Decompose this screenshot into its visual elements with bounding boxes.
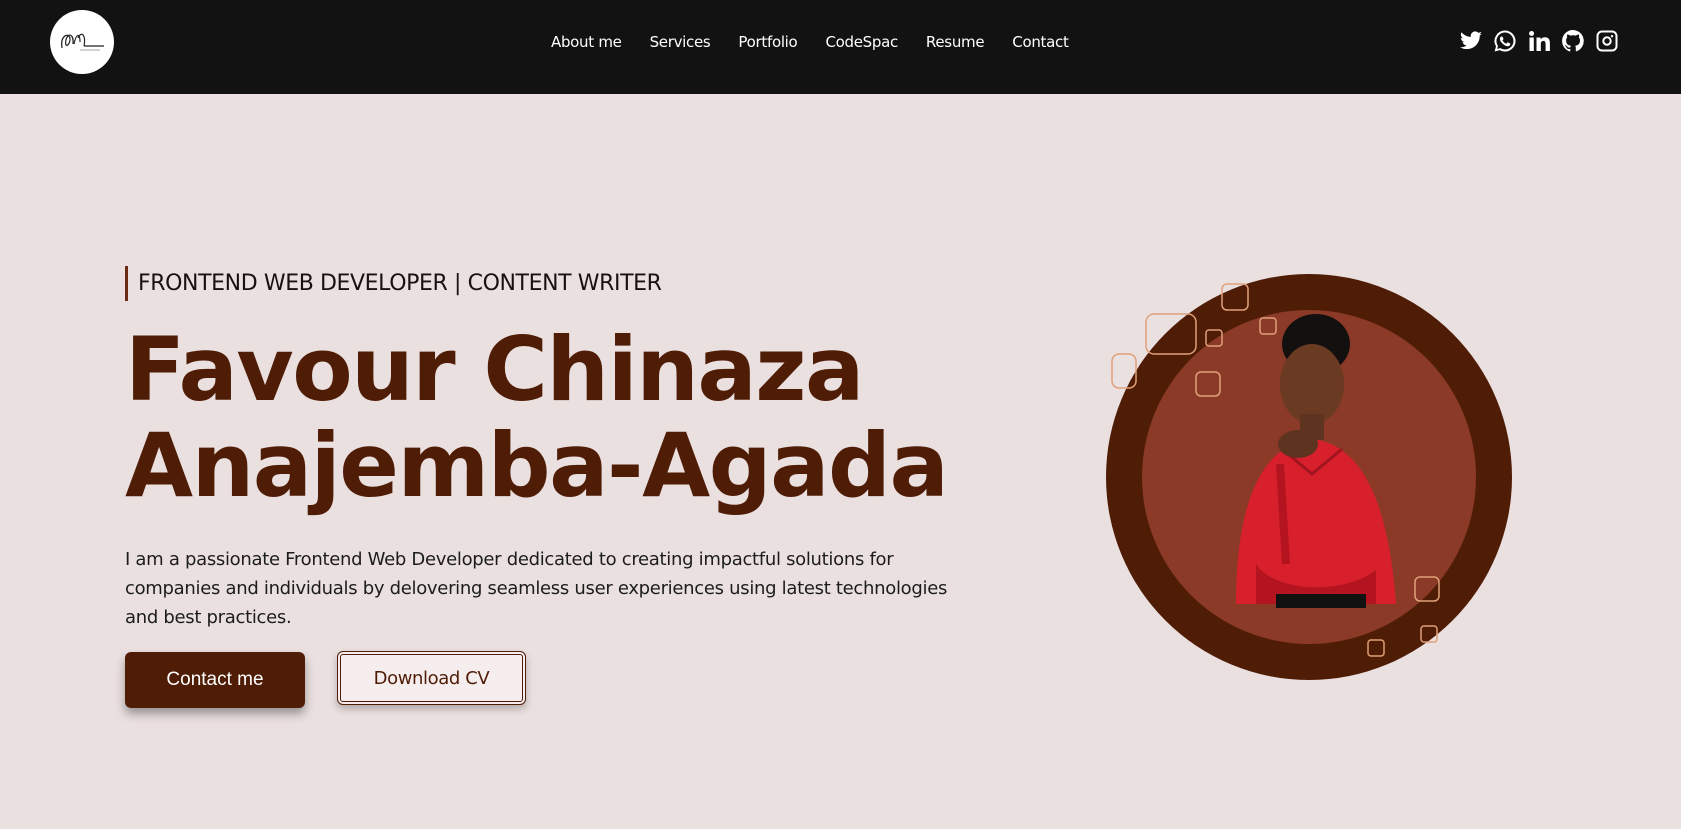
twitter-icon[interactable] — [1459, 29, 1483, 53]
nav-codespac[interactable]: CodeSpac — [825, 33, 898, 51]
nav-portfolio[interactable]: Portfolio — [738, 33, 797, 51]
hero-name-line1: Favour Chinaza — [125, 318, 864, 421]
nav-resume[interactable]: Resume — [926, 33, 985, 51]
hero-description: I am a passionate Frontend Web Developer… — [125, 549, 948, 628]
hero-tagline: FRONTEND WEB DEVELOPER | CONTENT WRITER — [125, 266, 662, 301]
hero-name-line2: Anajemba-Agada — [125, 414, 949, 517]
portrait-frame — [1106, 274, 1512, 680]
linkedin-icon[interactable] — [1527, 29, 1551, 53]
contact-me-button[interactable]: Contact me — [125, 652, 305, 708]
nav-about-me[interactable]: About me — [551, 33, 622, 51]
signature-logo[interactable] — [50, 10, 114, 74]
main-nav: About me Services Portfolio CodeSpac Res… — [551, 33, 1069, 51]
nav-contact[interactable]: Contact — [1012, 33, 1069, 51]
download-cv-button[interactable]: Download CV — [337, 651, 526, 705]
profile-portrait — [1106, 274, 1512, 680]
instagram-icon[interactable] — [1595, 29, 1619, 53]
nav-services[interactable]: Services — [650, 33, 711, 51]
github-icon[interactable] — [1561, 29, 1585, 53]
social-links — [1459, 29, 1619, 53]
whatsapp-icon[interactable] — [1493, 29, 1517, 53]
hero-name: Favour Chinaza Anajemba-Agada — [125, 322, 949, 517]
signature-logo-icon — [61, 33, 104, 51]
navbar: About me Services Portfolio CodeSpac Res… — [0, 0, 1681, 94]
